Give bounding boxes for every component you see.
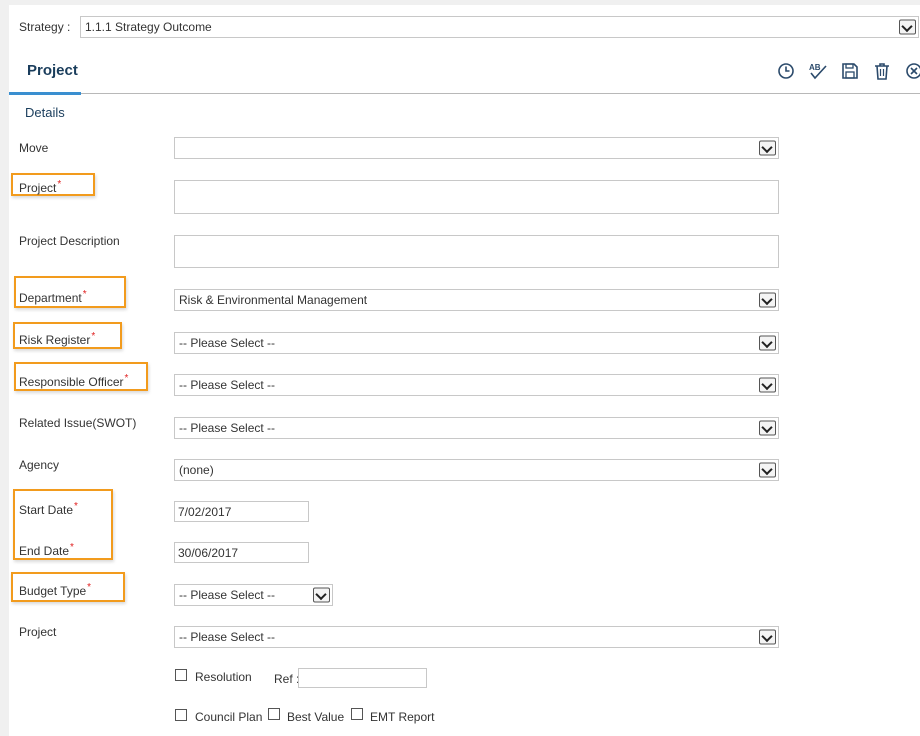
responsible-officer-label: Responsible Officer* — [19, 373, 128, 389]
resolution-label: Resolution — [195, 670, 252, 684]
best-value-checkbox[interactable] — [268, 708, 280, 720]
related-issue-label: Related Issue(SWOT) — [19, 416, 137, 430]
strategy-select[interactable]: 1.1.1 Strategy Outcome — [80, 16, 919, 38]
tab-underline — [9, 92, 81, 95]
required-marker: * — [74, 501, 78, 512]
strategy-label: Strategy : — [19, 20, 71, 34]
responsible-officer-value: -- Please Select -- — [179, 378, 276, 392]
project-select-label: Project — [19, 625, 57, 639]
project-input[interactable] — [174, 180, 779, 214]
end-date-value: 30/06/2017 — [178, 545, 239, 560]
agency-value: (none) — [179, 463, 214, 477]
required-marker: * — [124, 373, 129, 384]
page-title: Project — [27, 62, 78, 79]
related-issue-select[interactable]: -- Please Select -- — [174, 417, 779, 439]
required-marker: * — [57, 179, 62, 190]
chevron-down-icon[interactable] — [313, 587, 330, 603]
department-label-text: Department — [19, 291, 82, 305]
project-select[interactable]: -- Please Select -- — [174, 626, 779, 648]
agency-label: Agency — [19, 458, 60, 472]
budget-type-label-text: Budget Type — [19, 584, 87, 598]
department-value: Risk & Environmental Management — [179, 293, 368, 307]
strategy-value: 1.1.1 Strategy Outcome — [85, 20, 212, 34]
move-select[interactable] — [174, 137, 779, 159]
department-label: Department* — [19, 289, 87, 305]
left-gutter — [0, 0, 9, 736]
resolution-checkbox[interactable] — [175, 669, 187, 681]
budget-type-select[interactable]: -- Please Select -- — [174, 584, 333, 606]
required-marker: * — [91, 331, 96, 342]
project-description-input[interactable] — [174, 235, 779, 268]
risk-register-value: -- Please Select -- — [179, 336, 276, 350]
chevron-down-icon[interactable] — [759, 420, 776, 436]
start-date-label-text: Start Date — [19, 503, 74, 517]
start-date-input[interactable]: 7/02/2017 — [174, 501, 309, 522]
responsible-officer-label-text: Responsible Officer — [19, 375, 124, 389]
required-marker: * — [70, 542, 74, 553]
project-label: Project* — [19, 179, 61, 195]
department-select[interactable]: Risk & Environmental Management — [174, 289, 779, 311]
project-select-value: -- Please Select -- — [179, 630, 276, 644]
project-label-text: Project — [19, 181, 57, 195]
chevron-down-icon[interactable] — [759, 292, 776, 308]
chevron-down-icon[interactable] — [759, 140, 776, 156]
responsible-officer-select[interactable]: -- Please Select -- — [174, 374, 779, 396]
emt-report-checkbox[interactable] — [351, 708, 363, 720]
agency-select[interactable]: (none) — [174, 459, 779, 481]
close-icon[interactable] — [904, 61, 920, 81]
move-label: Move — [19, 141, 49, 155]
required-marker: * — [87, 582, 92, 593]
emt-report-label: EMT Report — [370, 710, 435, 724]
council-plan-label: Council Plan — [195, 710, 263, 724]
budget-type-label: Budget Type* — [19, 582, 91, 598]
chevron-down-icon[interactable] — [899, 19, 916, 35]
required-marker: * — [82, 289, 87, 300]
svg-text:AB: AB — [809, 63, 821, 72]
risk-register-label: Risk Register* — [19, 331, 95, 347]
history-icon[interactable] — [776, 61, 796, 81]
save-icon[interactable] — [840, 61, 860, 81]
chevron-down-icon[interactable] — [759, 377, 776, 393]
ref-label: Ref : — [274, 672, 300, 686]
top-gutter — [9, 0, 920, 5]
start-date-label: Start Date* — [19, 501, 78, 517]
chevron-down-icon[interactable] — [759, 335, 776, 351]
end-date-input[interactable]: 30/06/2017 — [174, 542, 309, 563]
budget-type-value: -- Please Select -- — [179, 588, 276, 602]
chevron-down-icon[interactable] — [759, 462, 776, 478]
end-date-label-text: End Date — [19, 544, 70, 558]
header-divider — [9, 93, 920, 94]
chevron-down-icon[interactable] — [759, 629, 776, 645]
start-date-value: 7/02/2017 — [178, 504, 232, 519]
project-description-label: Project Description — [19, 234, 120, 248]
council-plan-checkbox[interactable] — [175, 709, 187, 721]
related-issue-value: -- Please Select -- — [179, 421, 276, 435]
delete-icon[interactable] — [872, 61, 892, 81]
ref-input[interactable] — [298, 668, 427, 688]
risk-register-label-text: Risk Register — [19, 333, 91, 347]
best-value-label: Best Value — [287, 710, 345, 724]
section-title-details: Details — [25, 105, 65, 120]
end-date-label: End Date* — [19, 542, 74, 558]
risk-register-select[interactable]: -- Please Select -- — [174, 332, 779, 354]
spellcheck-icon[interactable]: AB — [808, 61, 828, 81]
